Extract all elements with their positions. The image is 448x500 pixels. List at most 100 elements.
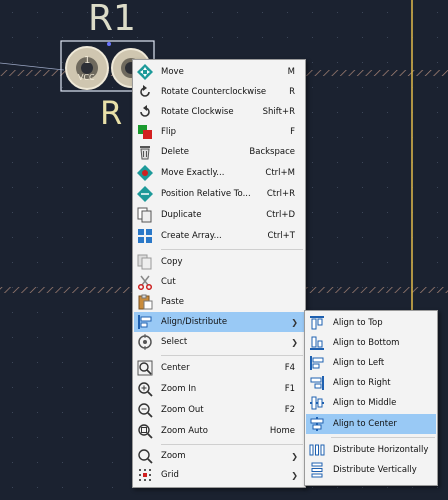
menu-label: Rotate Clockwise — [161, 107, 234, 117]
menu-separator — [161, 444, 303, 445]
menu-item-zoom-out[interactable]: Zoom Out F2 — [134, 400, 304, 420]
menu-shortcut: F1 — [284, 384, 295, 394]
submenu-arrow-icon: ❯ — [291, 470, 298, 480]
menu-shortcut: Ctrl+R — [266, 189, 295, 199]
menu-shortcut: Backspace — [249, 147, 295, 157]
menu-label: Grid — [161, 470, 179, 480]
menu-item-position-relative[interactable]: Position Relative To... Ctrl+R — [134, 184, 304, 204]
submenu-separator — [331, 437, 435, 438]
submenu-label: Align to Middle — [333, 398, 397, 408]
menu-shortcut: R — [289, 87, 295, 97]
zoom-fit-icon — [137, 423, 153, 439]
menu-label: Zoom Auto — [161, 426, 208, 436]
align-middle-icon — [309, 395, 325, 411]
menu-label: Align/Distribute — [161, 317, 228, 327]
menu-shortcut: F4 — [284, 363, 295, 373]
menu-label: Flip — [161, 127, 177, 137]
menu-label: Create Array... — [161, 231, 222, 241]
submenu-label: Distribute Vertically — [333, 465, 417, 475]
menu-item-center[interactable]: Center F4 — [134, 358, 304, 378]
paste-icon — [137, 294, 153, 310]
move-exact-icon — [137, 165, 153, 181]
scissors-icon — [137, 274, 153, 290]
submenu-item-align-left[interactable]: Align to Left — [306, 353, 436, 373]
menu-item-select[interactable]: Select ❯ — [134, 332, 304, 352]
menu-shortcut: Ctrl+T — [267, 231, 295, 241]
menu-label: Select — [161, 337, 188, 347]
position-relative-icon — [137, 186, 153, 202]
flip-icon — [137, 124, 153, 140]
submenu-item-align-right[interactable]: Align to Right — [306, 373, 436, 393]
menu-item-delete[interactable]: Delete Backspace — [134, 142, 304, 162]
menu-label: Cut — [161, 277, 176, 287]
menu-label: Move — [161, 67, 184, 77]
submenu-label: Align to Right — [333, 378, 391, 388]
submenu-item-align-middle[interactable]: Align to Middle — [306, 393, 436, 413]
menu-label: Paste — [161, 297, 184, 307]
menu-separator — [161, 249, 303, 250]
submenu-item-align-center[interactable]: Align to Center — [306, 414, 436, 434]
submenu-item-distribute-vertically[interactable]: Distribute Vertically — [306, 460, 436, 480]
submenu-arrow-icon: ❯ — [291, 451, 298, 461]
rotate-ccw-icon — [137, 84, 153, 100]
align-center-icon — [309, 416, 325, 432]
menu-item-zoom-in[interactable]: Zoom In F1 — [134, 379, 304, 399]
submenu-item-align-top[interactable]: Align to Top — [306, 313, 436, 333]
menu-label: Center — [161, 363, 190, 373]
align-top-icon — [309, 315, 325, 331]
menu-shortcut: Ctrl+D — [266, 210, 295, 220]
menu-label: Zoom — [161, 451, 186, 461]
menu-shortcut: Ctrl+M — [265, 168, 295, 178]
submenu-arrow-icon: ❯ — [291, 317, 298, 327]
menu-item-paste[interactable]: Paste — [134, 292, 304, 312]
menu-item-zoom[interactable]: Zoom ❯ — [134, 446, 304, 466]
align-bottom-icon — [309, 335, 325, 351]
move-icon — [137, 64, 153, 80]
menu-shortcut: F — [290, 127, 295, 137]
menu-item-duplicate[interactable]: Duplicate Ctrl+D — [134, 205, 304, 225]
align-right-icon — [309, 375, 325, 391]
distribute-horizontal-icon — [309, 442, 325, 458]
menu-item-zoom-auto[interactable]: Zoom Auto Home — [134, 421, 304, 441]
submenu-label: Align to Bottom — [333, 338, 400, 348]
grid-icon — [137, 467, 153, 483]
copy-icon — [137, 254, 153, 270]
menu-item-move-exactly[interactable]: Move Exactly... Ctrl+M — [134, 163, 304, 183]
pad-net-label: VCC — [78, 73, 95, 82]
value-label[interactable]: R — [100, 94, 122, 132]
menu-label: Position Relative To... — [161, 189, 251, 199]
menu-label: Delete — [161, 147, 189, 157]
duplicate-icon — [137, 207, 153, 223]
array-icon — [137, 228, 153, 244]
menu-item-create-array[interactable]: Create Array... Ctrl+T — [134, 226, 304, 246]
menu-label: Duplicate — [161, 210, 202, 220]
zoom-in-icon — [137, 381, 153, 397]
submenu-item-distribute-horizontally[interactable]: Distribute Horizontally — [306, 440, 436, 460]
menu-item-rotate-clockwise[interactable]: Rotate Clockwise Shift+R — [134, 102, 304, 122]
menu-label: Zoom In — [161, 384, 197, 394]
menu-item-rotate-counterclockwise[interactable]: Rotate Counterclockwise R — [134, 82, 304, 102]
zoom-icon — [137, 448, 153, 464]
submenu-item-align-bottom[interactable]: Align to Bottom — [306, 333, 436, 353]
menu-label: Move Exactly... — [161, 168, 225, 178]
menu-item-move[interactable]: Move M — [134, 62, 304, 82]
trash-icon — [137, 144, 153, 160]
submenu-label: Align to Top — [333, 318, 383, 328]
pad-1[interactable] — [65, 46, 109, 90]
menu-shortcut: F2 — [284, 405, 295, 415]
menu-item-copy[interactable]: Copy — [134, 252, 304, 272]
menu-item-flip[interactable]: Flip F — [134, 122, 304, 142]
menu-label: Zoom Out — [161, 405, 204, 415]
menu-shortcut: M — [287, 67, 295, 77]
rotate-cw-icon — [137, 104, 153, 120]
menu-item-align-distribute[interactable]: Align/Distribute ❯ — [134, 312, 304, 332]
menu-label: Copy — [161, 257, 183, 267]
menu-item-cut[interactable]: Cut — [134, 272, 304, 292]
distribute-vertical-icon — [309, 462, 325, 478]
submenu-label: Align to Center — [333, 419, 397, 429]
align-icon — [137, 314, 153, 330]
menu-shortcut: Home — [269, 426, 295, 436]
menu-item-grid[interactable]: Grid ❯ — [134, 465, 304, 485]
menu-separator — [161, 355, 303, 356]
reference-designator[interactable]: R1 — [88, 0, 136, 39]
